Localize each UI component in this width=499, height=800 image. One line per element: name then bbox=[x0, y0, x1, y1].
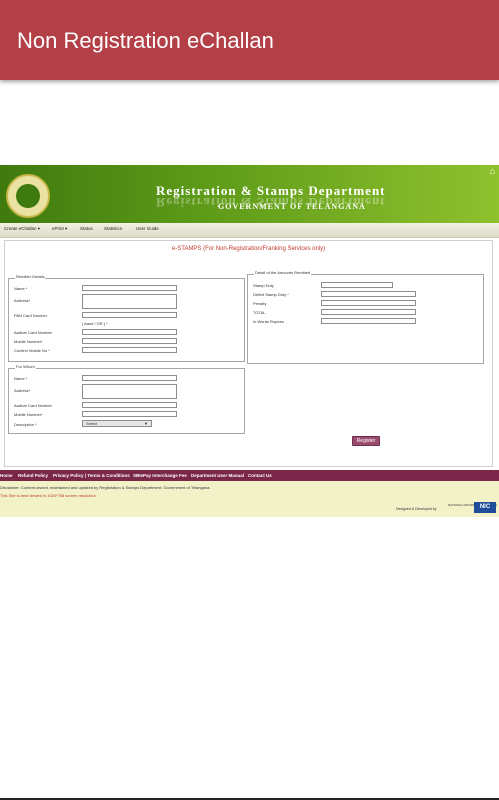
remitter-name-label: Name * bbox=[14, 286, 28, 291]
remitter-legend: Remitter Details bbox=[15, 274, 46, 279]
govt-title: GOVERNMENT OF TELANGANA bbox=[218, 202, 366, 211]
in-words-label: In Words Rupees bbox=[253, 319, 284, 324]
footer-link-refund[interactable]: Refund Policy bbox=[18, 473, 48, 478]
for-whom-name-label: Name * bbox=[14, 376, 28, 381]
for-whom-aadhar-input[interactable] bbox=[82, 402, 177, 408]
confirm-mobile-label: Confirm Mobile No * bbox=[14, 348, 50, 353]
state-emblem-icon bbox=[6, 174, 50, 218]
amounts-legend: Detail of the Amounts Remitted bbox=[254, 270, 312, 275]
nav-statistics[interactable]: Statistics bbox=[104, 226, 122, 231]
for-whom-aadhar-label: Aadhar Card Number bbox=[14, 403, 53, 408]
for-whom-details: For Whom Name * Address* Aadhar Card Num… bbox=[8, 364, 245, 434]
nav-eprint[interactable]: ePrint ▾ bbox=[52, 226, 67, 232]
footer-link-privacy[interactable]: Privacy Policy | Terms & Conditions bbox=[53, 473, 130, 478]
disclaimer: Disclaimer: Content owned, maintained an… bbox=[0, 485, 211, 490]
nav-user-guide[interactable]: User Guide bbox=[136, 226, 159, 231]
app-title: Non Registration eChallan bbox=[17, 28, 274, 53]
description-label: Description * bbox=[14, 422, 37, 427]
nav-create-echallan[interactable]: Create eChallan ▾ bbox=[4, 226, 40, 232]
site-banner: ⌂ Registration & Stamps Department Regis… bbox=[0, 165, 499, 223]
footer-nav: Home Refund Policy Privacy Policy | Term… bbox=[0, 470, 499, 481]
for-whom-legend: For Whom bbox=[15, 364, 36, 369]
remitter-aadhar-input[interactable] bbox=[82, 329, 177, 335]
remitter-aadhar-label: Aadhar Card Number bbox=[14, 330, 53, 335]
footer-link-home[interactable]: Home bbox=[0, 473, 13, 478]
app-bar: Non Registration eChallan bbox=[0, 0, 499, 80]
penalty-label: Penalty bbox=[253, 301, 267, 306]
main-nav: Create eChallan ▾ ePrint ▾ Status Statis… bbox=[0, 223, 499, 238]
for-whom-address-label: Address* bbox=[14, 388, 31, 393]
nav-status[interactable]: Status bbox=[80, 226, 93, 231]
footer-link-manual[interactable]: Department User Manual bbox=[191, 473, 244, 478]
deficit-input[interactable] bbox=[321, 291, 416, 297]
deficit-label: Deficit Stamp Duty * bbox=[253, 292, 289, 297]
footer-link-sbiepay[interactable]: SBIePay Interchange Fee bbox=[133, 473, 187, 478]
home-icon[interactable]: ⌂ bbox=[490, 166, 495, 176]
description-select[interactable]: Select ▼ bbox=[82, 420, 152, 427]
webview: ⌂ Registration & Stamps Department Regis… bbox=[0, 165, 499, 517]
remitter-address-input[interactable] bbox=[82, 294, 177, 309]
remitter-mobile-input[interactable] bbox=[82, 338, 177, 344]
pan-hint: [ Aand / OR ] * bbox=[82, 321, 108, 326]
nic-logo: NIC bbox=[474, 502, 496, 513]
remitter-name-input[interactable] bbox=[82, 285, 177, 291]
form-panel: e-STAMPS (For Non-Registration/Franking … bbox=[4, 240, 493, 467]
footer: Disclaimer: Content owned, maintained an… bbox=[0, 481, 499, 517]
pan-label: PAN Card Number bbox=[14, 313, 48, 318]
remitter-details: Remitter Details Name * Address* PAN Car… bbox=[8, 274, 245, 362]
footer-link-contact[interactable]: Contact Us bbox=[248, 473, 272, 478]
total-label: TOTAL bbox=[253, 310, 266, 315]
chevron-down-icon: ▼ bbox=[144, 421, 148, 426]
description-value: Select bbox=[86, 421, 98, 426]
for-whom-name-input[interactable] bbox=[82, 375, 177, 381]
for-whom-mobile-label: Mobile Number* bbox=[14, 412, 43, 417]
amounts-details: Detail of the Amounts Remitted Stamp Dut… bbox=[247, 270, 484, 364]
for-whom-address-input[interactable] bbox=[82, 384, 177, 399]
register-button[interactable]: Register bbox=[352, 436, 380, 446]
in-words-input[interactable] bbox=[321, 318, 416, 324]
for-whom-mobile-input[interactable] bbox=[82, 411, 177, 417]
penalty-input[interactable] bbox=[321, 300, 416, 306]
remitter-address-label: Address* bbox=[14, 298, 31, 303]
pan-input[interactable] bbox=[82, 312, 177, 318]
best-view-note: This Site is best viewed in 1024*768 scr… bbox=[0, 493, 96, 498]
remitter-mobile-label: Mobile Number* bbox=[14, 339, 43, 344]
stamp-duty-label: Stamp Duty bbox=[253, 283, 274, 288]
stamp-duty-input[interactable] bbox=[321, 282, 393, 288]
page-headline: e-STAMPS (For Non-Registration/Franking … bbox=[171, 246, 326, 252]
total-input[interactable] bbox=[321, 309, 416, 315]
confirm-mobile-input[interactable] bbox=[82, 347, 177, 353]
developed-by: Designed & Developed by bbox=[396, 507, 437, 511]
